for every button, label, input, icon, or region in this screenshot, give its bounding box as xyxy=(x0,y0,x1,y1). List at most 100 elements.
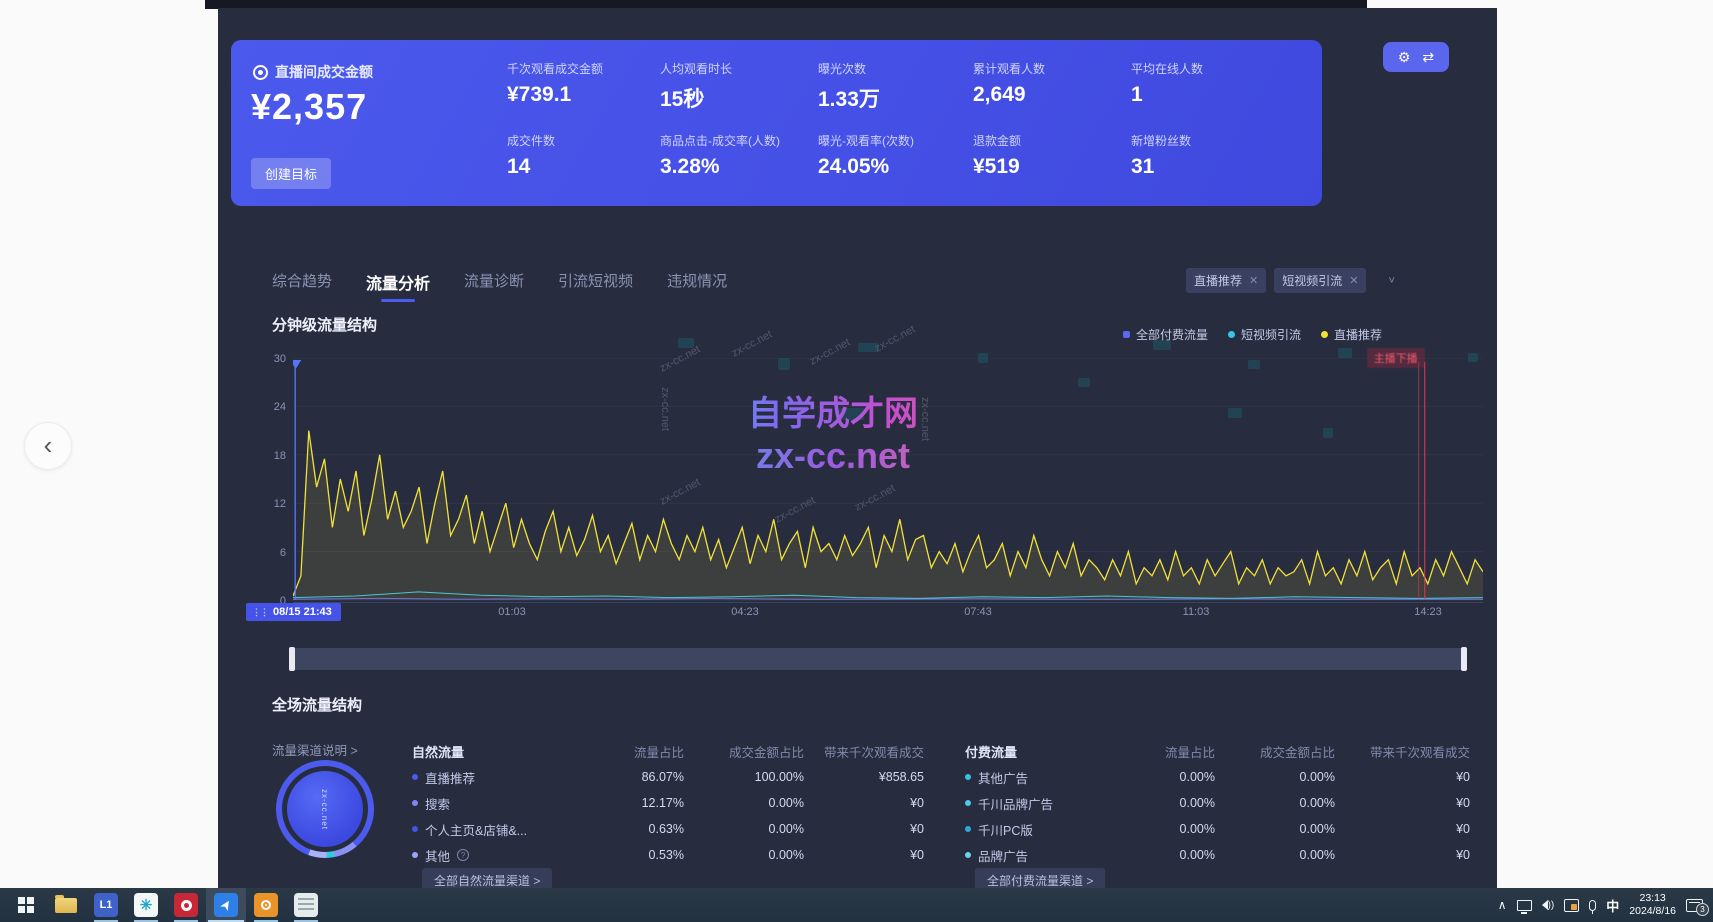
datazoom-handle-right[interactable] xyxy=(1461,647,1467,671)
close-icon[interactable]: ✕ xyxy=(1349,274,1358,287)
artifact xyxy=(1153,340,1171,350)
channel-name: 直播推荐 xyxy=(425,768,475,787)
cell-share: 0.00% xyxy=(1115,796,1215,810)
filter-tag-label: 直播推荐 xyxy=(1194,272,1242,289)
card-tools: ⚙ ⇄ xyxy=(1383,42,1449,72)
legend-label: 全部付费流量 xyxy=(1136,326,1208,343)
column-share: 流量占比 xyxy=(579,742,684,761)
x-axis-tick: 11:03 xyxy=(1183,606,1210,618)
back-button[interactable]: ‹ xyxy=(24,422,72,470)
table-header: 付费流量 流量占比 成交金额占比 带来千次观看成交 xyxy=(965,738,1470,764)
cell-gmv-share: 100.00% xyxy=(684,770,804,784)
datazoom-handle-left[interactable] xyxy=(289,647,295,671)
table-row[interactable]: 其他 0.53% 0.00% ¥0 xyxy=(412,842,924,868)
legend-item-live-recommend[interactable]: 直播推荐 xyxy=(1321,326,1382,343)
cell-gmv-share: 0.00% xyxy=(684,796,804,810)
traffic-donut-chart[interactable]: zx-cc.net xyxy=(276,760,374,858)
artifact xyxy=(858,343,878,352)
security-center-icon[interactable] xyxy=(1564,899,1579,912)
channel-help-link[interactable]: 流量渠道说明 > xyxy=(272,740,358,759)
minute-section-title: 分钟级流量结构 xyxy=(272,314,377,335)
filter-tag[interactable]: 直播推荐 ✕ xyxy=(1186,268,1266,293)
table-row[interactable]: 直播推荐 86.07% 100.00% ¥858.65 xyxy=(412,764,924,790)
cell-gpm: ¥0 xyxy=(1335,822,1470,836)
tab-short-video[interactable]: 引流短视频 xyxy=(558,270,633,302)
cell-share: 86.07% xyxy=(579,770,684,784)
create-goal-button[interactable]: 创建目标 xyxy=(251,158,331,189)
chevron-up-icon[interactable]: ∧ xyxy=(1498,898,1507,912)
metric-label: 累计观看人数 xyxy=(973,60,1045,77)
channel-name: 个人主页&店铺&... xyxy=(425,820,527,839)
cell-gpm: ¥0 xyxy=(1335,848,1470,862)
table-row[interactable]: 其他广告 0.00% 0.00% ¥0 xyxy=(965,764,1470,790)
metric-label: 新增粉丝数 xyxy=(1131,132,1191,149)
table-row[interactable]: 千川PC版 0.00% 0.00% ¥0 xyxy=(965,816,1470,842)
channel-dot xyxy=(965,800,971,806)
x-axis-tick: 14:23 xyxy=(1414,606,1442,618)
table-row[interactable]: 个人主页&店铺&... 0.63% 0.00% ¥0 xyxy=(412,816,924,842)
x-axis-tick: 08/15 21:43 xyxy=(273,606,332,618)
table-row[interactable]: 搜索 12.17% 0.00% ¥0 xyxy=(412,790,924,816)
notes-app-icon xyxy=(294,893,318,917)
cell-gmv-share: 0.00% xyxy=(1215,796,1335,810)
cell-gpm: ¥0 xyxy=(804,848,924,862)
taskbar-app-pinwheel[interactable]: ✳ xyxy=(126,888,166,922)
legend-marker xyxy=(1228,331,1235,338)
natural-traffic-table: 自然流量 流量占比 成交金额占比 带来千次观看成交 直播推荐 86.07% 10… xyxy=(412,738,924,868)
taskbar-app-red-ring[interactable] xyxy=(166,888,206,922)
speaker-icon[interactable]: )) xyxy=(1542,900,1555,911)
metric-label: 成交件数 xyxy=(507,132,555,149)
cell-gmv-share: 0.00% xyxy=(1215,822,1335,836)
artifact xyxy=(1468,353,1478,362)
tab-violations[interactable]: 违规情况 xyxy=(667,270,727,302)
tab-traffic-diagnosis[interactable]: 流量诊断 xyxy=(464,270,524,302)
table-row[interactable]: 品牌广告 0.00% 0.00% ¥0 xyxy=(965,842,1470,868)
windows-taskbar: L1 ✳ ➤ ∧ )) 中 23:13 2024/8/16 3 xyxy=(0,888,1713,922)
artifact xyxy=(978,353,988,363)
table-row[interactable]: 千川品牌广告 0.00% 0.00% ¥0 xyxy=(965,790,1470,816)
card-title: 直播间成交金额 xyxy=(275,62,373,82)
metric-label: 商品点击-成交率(人数) xyxy=(660,132,780,149)
orange-app-icon xyxy=(254,893,278,917)
taskbar-app-notes[interactable] xyxy=(286,888,326,922)
cell-share: 0.53% xyxy=(579,848,684,862)
y-axis-tick: 6 xyxy=(258,547,286,559)
drag-handle-icon: ⋮⋮ xyxy=(252,607,268,618)
table-header: 自然流量 流量占比 成交金额占比 带来千次观看成交 xyxy=(412,738,924,764)
chevron-down-icon[interactable]: ˅ xyxy=(1388,275,1394,287)
close-icon[interactable]: ✕ xyxy=(1249,274,1258,287)
y-axis-tick: 18 xyxy=(258,450,286,462)
taskbar-app-orange[interactable] xyxy=(246,888,286,922)
windows-logo-icon xyxy=(18,897,34,913)
artifact xyxy=(1228,408,1242,418)
x-tick-highlighted[interactable]: ⋮⋮ 08/15 21:43 xyxy=(246,603,341,621)
legend-marker xyxy=(1321,331,1328,338)
gear-icon[interactable]: ⚙ xyxy=(1398,49,1411,66)
taskbar-app-l1[interactable]: L1 xyxy=(86,888,126,922)
filter-tag[interactable]: 短视频引流✕ xyxy=(1274,268,1366,293)
swap-icon[interactable]: ⇄ xyxy=(1422,49,1434,66)
microphone-icon[interactable] xyxy=(1589,900,1596,911)
notification-icon[interactable]: 3 xyxy=(1686,899,1703,912)
legend-item-short-video[interactable]: 短视频引流 xyxy=(1228,326,1301,343)
y-axis-tick: 24 xyxy=(258,401,286,413)
network-icon[interactable] xyxy=(1517,900,1532,911)
channel-filter-select[interactable]: 直播推荐 ✕ 短视频引流✕ ˅ xyxy=(1186,268,1395,293)
datazoom-slider[interactable] xyxy=(290,648,1466,670)
taskbar-app-cursor[interactable]: ➤ xyxy=(206,888,246,922)
start-button[interactable] xyxy=(6,888,46,922)
channel-dot xyxy=(412,774,418,780)
minute-traffic-chart[interactable] xyxy=(293,358,1483,602)
tab-overall-trend[interactable]: 综合趋势 xyxy=(272,270,332,302)
tab-traffic-analysis[interactable]: 流量分析 xyxy=(366,270,430,302)
info-icon[interactable] xyxy=(457,849,469,861)
metric-value: 14 xyxy=(507,155,555,179)
tray-clock[interactable]: 23:13 2024/8/16 xyxy=(1629,892,1676,918)
metric-label: 千次观看成交金额 xyxy=(507,60,603,77)
metric-value: 3.28% xyxy=(660,155,780,179)
taskbar-file-explorer[interactable] xyxy=(46,888,86,922)
metric-value: 1.33万 xyxy=(818,83,880,113)
screen: ‹ 直播间成交金额 ¥2,357 创建目标 千次观看成交金额¥739.1 成交件… xyxy=(0,0,1713,922)
metric-value: 31 xyxy=(1131,155,1191,179)
ime-indicator[interactable]: 中 xyxy=(1606,896,1619,915)
